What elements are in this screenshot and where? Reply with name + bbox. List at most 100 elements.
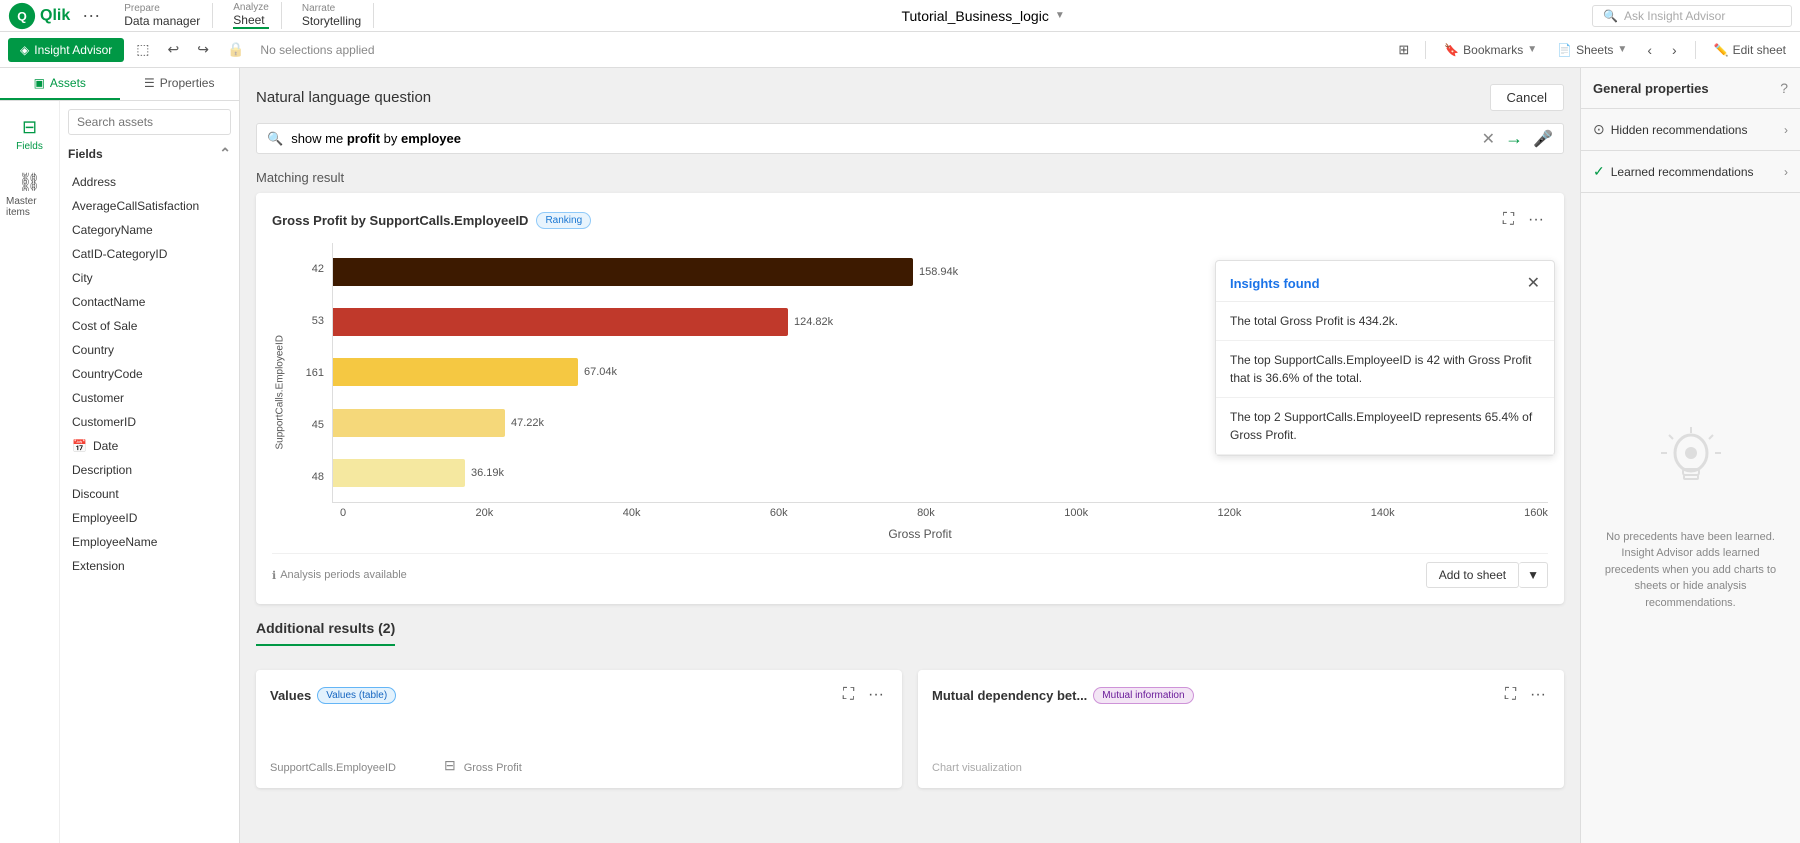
field-item-extension[interactable]: Extension xyxy=(68,554,231,578)
right-panel-help-button[interactable]: ? xyxy=(1780,80,1788,96)
field-item-employee-name[interactable]: EmployeeName xyxy=(68,530,231,554)
chart-actions: ⛶ ··· xyxy=(1499,209,1548,231)
prev-sheet-button[interactable]: ‹ xyxy=(1641,38,1658,62)
hidden-recommendations-item[interactable]: ⊙ Hidden recommendations › xyxy=(1581,109,1800,151)
fields-header-collapse-icon[interactable]: ⌃ xyxy=(219,145,231,162)
sheets-button[interactable]: 📄 Sheets ▼ xyxy=(1551,39,1633,61)
app-title-dropdown-icon[interactable]: ▼ xyxy=(1055,10,1065,21)
field-item-contact-name[interactable]: ContactName xyxy=(68,290,231,314)
tab-properties[interactable]: ☰ Properties xyxy=(120,68,240,100)
x-axis-label: 20k xyxy=(476,507,494,519)
voice-search-button[interactable]: 🎤 xyxy=(1533,129,1553,149)
prepare-section[interactable]: Prepare Data manager xyxy=(112,3,213,28)
svg-text:Q: Q xyxy=(17,9,27,23)
right-panel: General properties ? ⊙ Hidden recommenda… xyxy=(1580,68,1800,843)
field-item-date[interactable]: 📅Date xyxy=(68,434,231,458)
no-selections-label: No selections applied xyxy=(260,43,374,57)
tab-assets[interactable]: ▣ Assets xyxy=(0,68,120,100)
more-options-icon[interactable]: ··· xyxy=(78,5,104,26)
main-layout: ▣ Assets ☰ Properties ⊟ Fields ⛓ Master … xyxy=(0,68,1800,843)
ask-advisor-input[interactable]: 🔍 Ask Insight Advisor xyxy=(1592,5,1792,27)
bar-fill-53 xyxy=(333,308,788,336)
add-to-sheet-dropdown-button[interactable]: ▼ xyxy=(1519,562,1548,588)
left-panel-content: ⊟ Fields ⛓ Master items Fields ⌃ Address… xyxy=(0,101,239,843)
values-more-options-button[interactable]: ··· xyxy=(864,684,888,706)
field-label: Extension xyxy=(72,559,125,573)
next-sheet-button[interactable]: › xyxy=(1666,38,1683,62)
cancel-button[interactable]: Cancel xyxy=(1490,84,1564,111)
grid-view-icon[interactable]: ⊞ xyxy=(1394,38,1413,62)
y-labels: 42531614548 xyxy=(292,243,332,503)
field-item-customer[interactable]: Customer xyxy=(68,386,231,410)
search-assets-input[interactable] xyxy=(68,109,231,135)
mutual-more-options-button[interactable]: ··· xyxy=(1526,684,1550,706)
field-label: CatID-CategoryID xyxy=(72,247,167,261)
sidebar-item-fields[interactable]: ⊟ Fields xyxy=(0,111,59,158)
redo-button[interactable]: ↪ xyxy=(191,37,215,62)
analysis-periods: ℹ Analysis periods available xyxy=(272,569,407,582)
x-axis-label: 0 xyxy=(340,507,346,519)
learned-rec-icon: ✓ xyxy=(1593,163,1605,180)
field-item-country[interactable]: Country xyxy=(68,338,231,362)
field-item-employee-id[interactable]: EmployeeID xyxy=(68,506,231,530)
add-to-sheet-button[interactable]: Add to sheet xyxy=(1426,562,1519,588)
insight-advisor-button[interactable]: ◈ Insight Advisor xyxy=(8,38,124,62)
field-item-catid-categoryid[interactable]: CatID-CategoryID xyxy=(68,242,231,266)
field-label: CategoryName xyxy=(72,223,153,237)
bar-fill-161 xyxy=(333,358,578,386)
toolbar-right: ⊞ 🔖 Bookmarks ▼ 📄 Sheets ▼ ‹ › ✏️ Edit s… xyxy=(1394,38,1792,62)
top-navbar: Q Qlik ··· Prepare Data manager Analyze … xyxy=(0,0,1800,32)
insights-panel-close-button[interactable]: ✕ xyxy=(1527,273,1540,293)
expand-mutual-button[interactable]: ⛶ xyxy=(1501,684,1520,706)
sidebar-item-master-items[interactable]: ⛓ Master items xyxy=(0,166,59,224)
mutual-dep-card-content: Chart visualization xyxy=(932,714,1550,774)
field-item-category-name[interactable]: CategoryName xyxy=(68,218,231,242)
fields-header: Fields ⌃ xyxy=(68,143,231,164)
additional-results-header: Additional results (2) xyxy=(256,620,395,646)
x-axis-label: 100k xyxy=(1064,507,1088,519)
select-region-button[interactable]: ⬚ xyxy=(130,37,155,62)
field-item-customer-id[interactable]: CustomerID xyxy=(68,410,231,434)
undo-button[interactable]: ↩ xyxy=(162,37,186,62)
search-bar[interactable]: 🔍 show me profit by employee ✕ → 🎤 xyxy=(256,123,1564,154)
field-item-city[interactable]: City xyxy=(68,266,231,290)
values-card-header: Values Values (table) ⛶ ··· xyxy=(270,684,888,706)
expand-values-button[interactable]: ⛶ xyxy=(839,684,858,706)
chart-more-options-button[interactable]: ··· xyxy=(1524,209,1548,231)
additional-results-section: Additional results (2) Values Values (ta… xyxy=(256,620,1564,788)
mutual-dep-card-header: Mutual dependency bet... Mutual informat… xyxy=(932,684,1550,706)
submit-search-button[interactable]: → xyxy=(1505,128,1523,149)
field-item-address[interactable]: Address xyxy=(68,170,231,194)
bookmarks-button[interactable]: 🔖 Bookmarks ▼ xyxy=(1438,39,1543,61)
insight-item-insight2: The top SupportCalls.EmployeeID is 42 wi… xyxy=(1216,341,1554,398)
lock-button[interactable]: 🔒 xyxy=(221,37,250,62)
field-label: Discount xyxy=(72,487,119,501)
x-axis-label: 80k xyxy=(917,507,935,519)
edit-sheet-button[interactable]: ✏️ Edit sheet xyxy=(1708,39,1792,61)
clear-search-button[interactable]: ✕ xyxy=(1482,129,1495,149)
y-label-161: 161 xyxy=(306,367,324,379)
field-item-country-code[interactable]: CountryCode xyxy=(68,362,231,386)
field-item-discount[interactable]: Discount xyxy=(68,482,231,506)
field-item-cost-of-sale[interactable]: Cost of Sale xyxy=(68,314,231,338)
filter-icon: ⊟ xyxy=(444,757,456,774)
field-item-avg-call-sat[interactable]: AverageCallSatisfaction xyxy=(68,194,231,218)
analyze-section[interactable]: Analyze Sheet xyxy=(221,2,282,29)
narrate-section[interactable]: Narrate Storytelling xyxy=(290,3,374,28)
values-card: Values Values (table) ⛶ ··· SupportCalls… xyxy=(256,670,902,788)
learned-recommendations-item[interactable]: ✓ Learned recommendations › xyxy=(1581,151,1800,193)
matching-result-label: Matching result xyxy=(256,170,1564,185)
field-item-description[interactable]: Description xyxy=(68,458,231,482)
expand-chart-button[interactable]: ⛶ xyxy=(1499,209,1518,231)
bar-row-48[interactable]: 36.19k xyxy=(333,455,1540,491)
bar-value-48: 36.19k xyxy=(471,467,504,479)
field-label: EmployeeID xyxy=(72,511,137,525)
x-axis-label: 120k xyxy=(1218,507,1242,519)
field-label: EmployeeName xyxy=(72,535,157,549)
insight-item-insight3: The top 2 SupportCalls.EmployeeID repres… xyxy=(1216,398,1554,455)
x-axis-label: 60k xyxy=(770,507,788,519)
assets-icon: ▣ xyxy=(34,76,45,90)
search-bar-icon: 🔍 xyxy=(267,131,283,147)
app-logo[interactable]: Q Qlik xyxy=(8,2,70,30)
toolbar: ◈ Insight Advisor ⬚ ↩ ↪ 🔒 No selections … xyxy=(0,32,1800,68)
